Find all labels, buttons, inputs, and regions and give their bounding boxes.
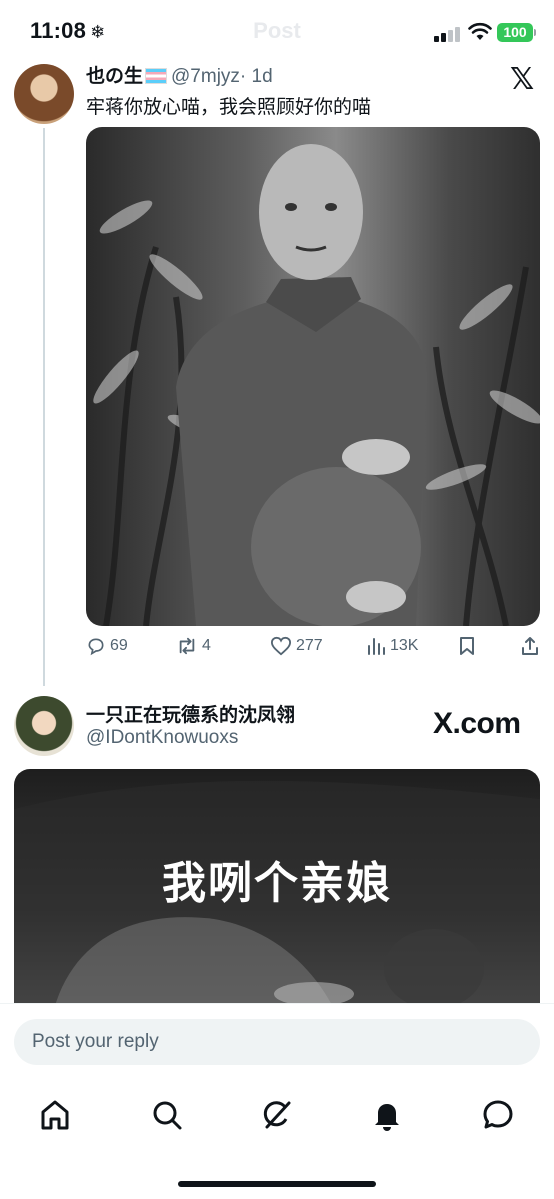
reply-button[interactable]: 69 — [86, 636, 128, 656]
cellular-signal-icon — [434, 26, 462, 42]
tweet-photo[interactable] — [86, 127, 540, 626]
tweet-text: 牢蒋你放心喵，我会照顾好你的喵 — [86, 97, 372, 118]
views-icon — [368, 638, 385, 655]
view-count: 13K — [390, 637, 419, 654]
reply-input[interactable] — [14, 1019, 540, 1065]
user-handle[interactable]: @IDontKnowuoxs — [86, 727, 238, 749]
meme-caption: 我咧个亲娘 — [162, 859, 392, 908]
status-bar: 11:08 ❄ Post 100 — [0, 0, 554, 62]
battery-tip — [534, 29, 536, 36]
repost-button[interactable]: 4 — [176, 636, 211, 656]
share-button[interactable] — [520, 636, 540, 656]
like-count: 277 — [296, 637, 323, 654]
notifications-icon[interactable] — [369, 1097, 405, 1133]
reply-bar — [0, 1003, 554, 1084]
quoted-photo[interactable]: 我咧个亲娘 — [14, 769, 540, 1009]
messages-icon[interactable] — [480, 1097, 516, 1133]
repost-count: 4 — [202, 637, 211, 654]
reply-icon — [88, 638, 104, 656]
avatar[interactable] — [14, 64, 74, 124]
reply-count: 69 — [110, 637, 128, 654]
avatar[interactable] — [14, 696, 74, 756]
x-com-watermark: X.com — [433, 707, 521, 740]
display-name[interactable]: 一只正在玩德系的沈凤翎 — [86, 700, 295, 727]
bookmark-button[interactable] — [458, 636, 476, 656]
share-icon — [522, 637, 538, 655]
heart-icon — [270, 636, 292, 656]
action-bar: 69 4 277 13K — [86, 636, 542, 666]
repost-icon — [179, 637, 195, 655]
post-time: · 1d — [239, 66, 273, 87]
battery-indicator: 100 — [497, 23, 533, 42]
search-icon[interactable] — [149, 1097, 185, 1133]
wifi-icon — [468, 22, 492, 40]
thread-line — [43, 128, 45, 686]
bookmark-icon — [460, 637, 474, 655]
display-name[interactable]: 也の生 — [86, 66, 143, 87]
views-button[interactable]: 13K — [366, 636, 418, 656]
tweet-header: 也の生 @7mjyz· 1d — [86, 61, 273, 88]
x-logo-icon: 𝕏 — [510, 63, 535, 96]
like-button[interactable]: 277 — [270, 636, 323, 656]
grok-icon[interactable] — [259, 1097, 295, 1133]
trans-flag-icon — [145, 68, 168, 84]
home-icon[interactable] — [37, 1097, 73, 1133]
home-indicator — [178, 1181, 376, 1187]
user-handle[interactable]: @7mjyz — [171, 66, 240, 87]
